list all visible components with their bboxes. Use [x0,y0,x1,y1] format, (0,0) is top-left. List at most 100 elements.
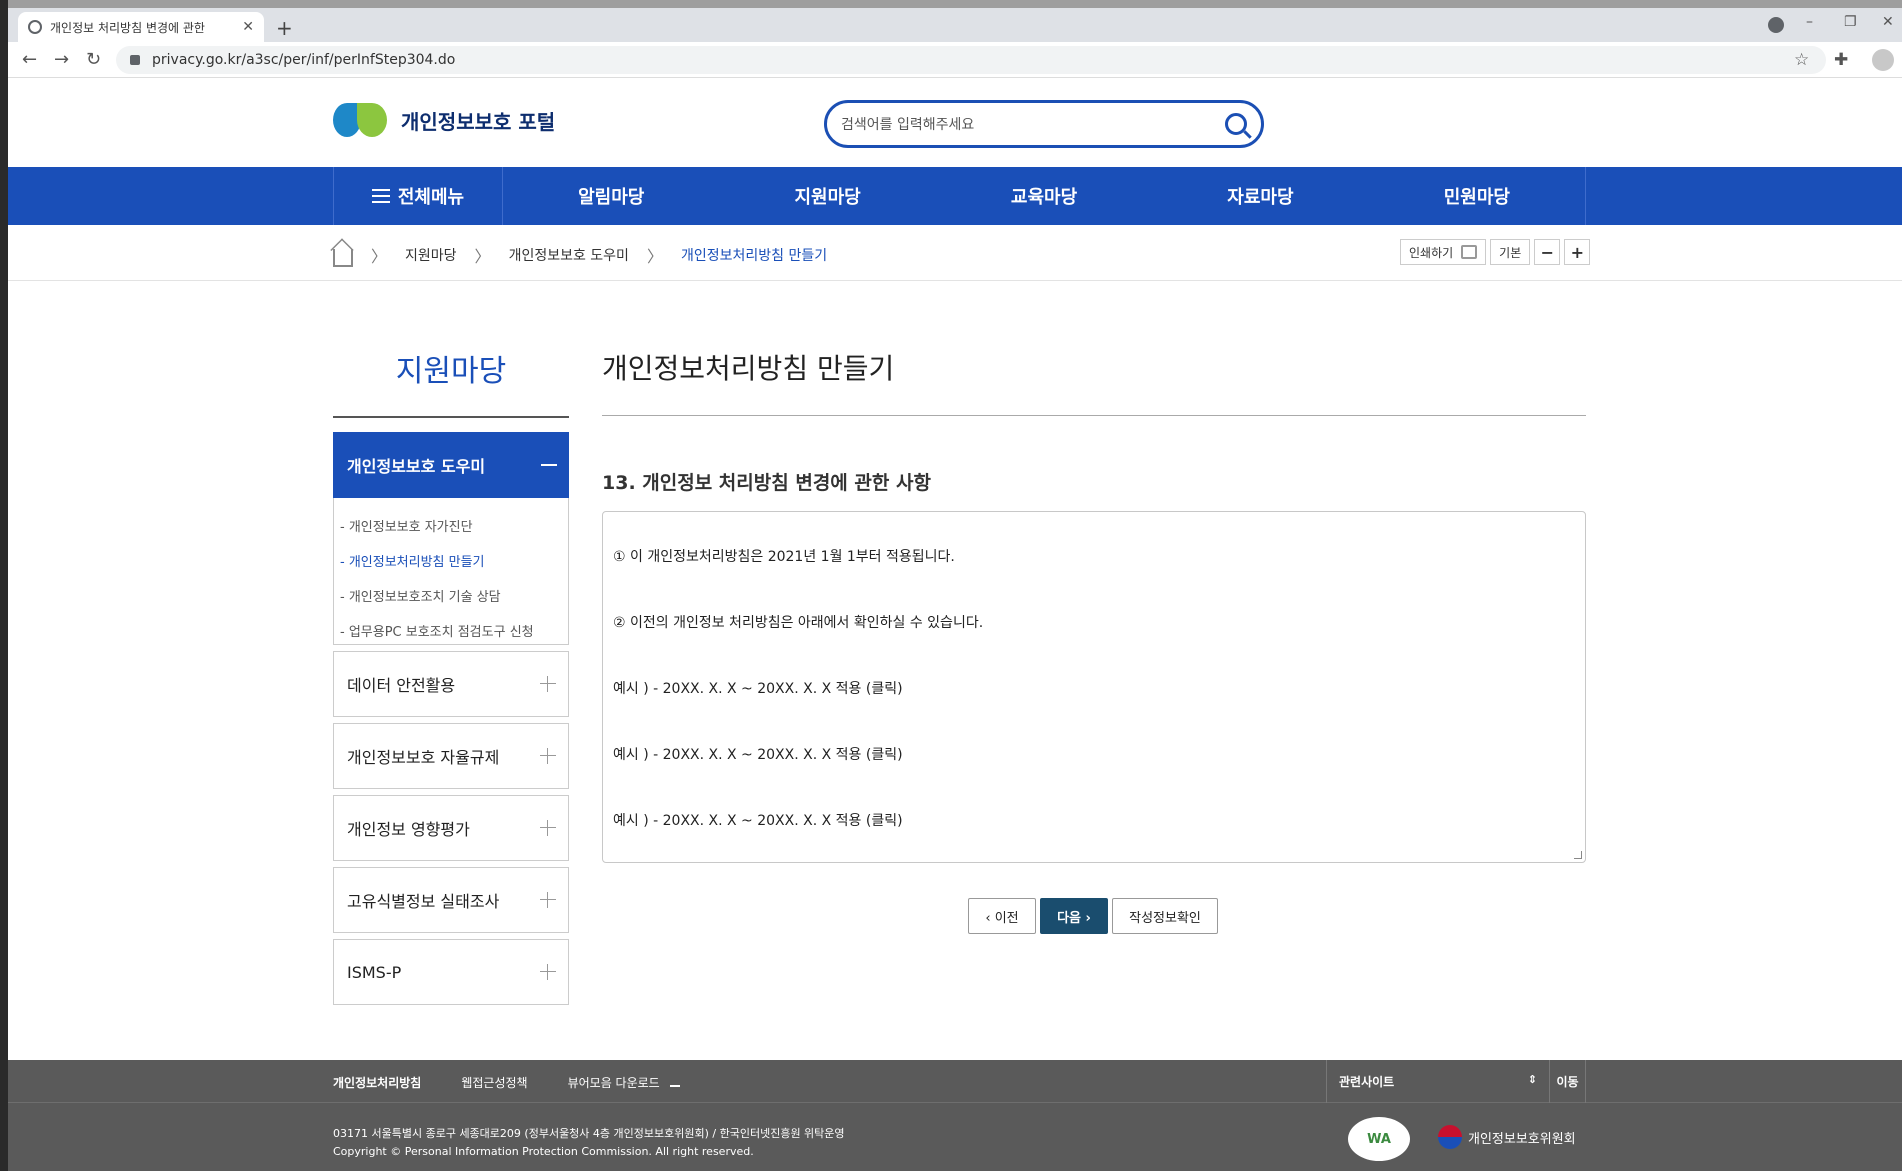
font-default-button[interactable]: 기본 [1490,239,1531,265]
policy-line: 예시 ) - 20XX. X. X ~ 20XX. X. X 적용 (클릭) [613,681,903,697]
check-info-button[interactable]: 작성정보확인 [1112,898,1218,934]
related-sites-label: 관련사이트 [1339,1075,1395,1089]
nav-divider [1585,167,1587,225]
browser-tabbar: 개인정보 처리방침 변경에 관한 ✕ + – ❐ ✕ [8,8,1902,42]
sidebar-item-impact-assessment[interactable]: 개인정보 영향평가 [333,795,569,861]
policy-line: ② 이전의 개인정보 처리방침은 아래에서 확인하실 수 있습니다. [613,615,984,631]
expand-icon[interactable] [540,748,556,764]
collapse-icon[interactable] [541,464,557,466]
logo-text: 개인정보보호 포털 [401,109,556,134]
hamburger-icon [371,189,390,203]
breadcrumb: 〉 지원마당 〉 개인정보보호 도우미 〉 개인정보처리방침 만들기 [333,243,827,267]
footer-info: 03171 서울특별시 종로구 세종대로209 (정부서울청사 4층 개인정보보… [8,1103,1902,1171]
font-increase-button[interactable]: + [1564,239,1591,265]
tab-title: 개인정보 처리방침 변경에 관한 [50,20,205,35]
footer-links-bar: 개인정보처리방침 웹접근성정책 뷰어모음 다운로드 관련사이트 ⇕ 이동 [8,1060,1902,1103]
expand-icon[interactable] [540,820,556,836]
search-box[interactable]: 검색어를 입력해주세요 [824,100,1264,148]
sidebar-item-label: ISMS-P [347,962,402,982]
address-text: 03171 서울특별시 종로구 세종대로209 (정부서울청사 4층 개인정보보… [333,1127,845,1140]
main-nav: 전체메뉴 알림마당 지원마당 교육마당 자료마당 민원마당 [8,167,1902,225]
browser-tab[interactable]: 개인정보 처리방침 변경에 관한 ✕ [18,12,264,42]
sidebar-divider [333,416,569,418]
font-decrease-button[interactable]: − [1534,239,1561,265]
sidebar-item-data-use[interactable]: 데이터 안전활용 [333,651,569,717]
footer-link-viewer-download[interactable]: 뷰어모음 다운로드 [568,1074,680,1091]
nav-item-civil[interactable]: 민원마당 [1369,167,1585,225]
all-menu-label: 전체메뉴 [397,187,465,208]
step-buttons: ‹ 이전 다음 › 작성정보확인 [968,898,1218,934]
breadcrumb-item[interactable]: 지원마당 [405,245,457,265]
select-arrows-icon: ⇕ [1527,1073,1537,1086]
window-top-edge [0,0,1902,8]
star-icon[interactable]: ☆ [1794,50,1809,70]
window-close-icon[interactable]: ✕ [1882,14,1894,30]
viewer-download-label: 뷰어모음 다운로드 [567,1076,660,1090]
lock-icon [130,55,140,65]
window-left-edge [0,0,8,1171]
policy-line: 예시 ) - 20XX. X. X ~ 20XX. X. X 적용 (클릭) [613,813,903,829]
go-button[interactable]: 이동 [1550,1060,1586,1103]
expand-icon[interactable] [540,676,556,692]
page-tools: 인쇄하기 기본 − + [1400,239,1591,265]
print-label: 인쇄하기 [1409,245,1454,260]
submenu-item-policy-maker[interactable]: - 개인정보처리방침 만들기 [334,543,568,578]
nav-item-resources[interactable]: 자료마당 [1152,167,1368,225]
next-button[interactable]: 다음 › [1040,898,1108,934]
restore-icon[interactable]: ❐ [1844,14,1857,30]
submenu-item-pc-check[interactable]: - 업무용PC 보호조치 점검도구 신청 [334,613,568,648]
org-name: 개인정보보호위원회 [1468,1131,1576,1147]
submenu-item-tech-consult[interactable]: - 개인정보보호조치 기술 상담 [334,578,568,613]
all-menu-button[interactable]: 전체메뉴 [333,167,503,225]
url-text: privacy.go.kr/a3sc/per/inf/perInfStep304… [152,52,456,68]
sidebar-item-label: 고유식별정보 실태조사 [347,892,500,911]
breadcrumb-current: 개인정보처리방침 만들기 [680,248,828,264]
reload-icon[interactable]: ↻ [86,49,101,70]
policy-line: 예시 ) - 20XX. X. X ~ 20XX. X. X 적용 (클릭) [613,747,903,763]
address-bar: ← → ↻ privacy.go.kr/a3sc/per/inf/perInfS… [8,42,1902,78]
sidebar-item-self-regulation[interactable]: 개인정보보호 자율규제 [333,723,569,789]
resize-handle[interactable] [1574,851,1582,859]
footer-link-privacy-policy[interactable]: 개인정보처리방침 [333,1074,421,1091]
policy-textarea[interactable]: ① 이 개인정보처리방침은 2021년 1월 1부터 적용됩니다. ② 이전의 … [602,511,1586,863]
submenu-item-self-check[interactable]: - 개인정보보호 자가진단 [334,508,568,543]
related-sites-select[interactable]: 관련사이트 ⇕ [1326,1060,1550,1103]
search-icon[interactable] [1225,113,1247,135]
footer-address: 03171 서울특별시 종로구 세종대로209 (정부서울청사 4층 개인정보보… [333,1125,845,1161]
nav-item-education[interactable]: 교육마당 [936,167,1152,225]
search-input[interactable]: 검색어를 입력해주세요 [841,114,1225,134]
forward-icon[interactable]: → [54,49,69,70]
sidebar-title: 지원마당 [395,354,507,389]
breadcrumb-bar: 〉 지원마당 〉 개인정보보호 도우미 〉 개인정보처리방침 만들기 인쇄하기 … [8,225,1902,281]
tab-search-icon[interactable] [1768,17,1784,33]
breadcrumb-item[interactable]: 개인정보보호 도우미 [509,245,629,265]
sidebar-item-label: 개인정보 영향평가 [347,820,470,839]
tab-close-icon[interactable]: ✕ [242,19,254,35]
nav-item-notice[interactable]: 알림마당 [503,167,719,225]
taeguk-icon [1438,1125,1462,1149]
profile-avatar[interactable] [1872,49,1894,71]
sidebar-item-unique-id-survey[interactable]: 고유식별정보 실태조사 [333,867,569,933]
expand-icon[interactable] [540,964,556,980]
sidebar-item-isms-p[interactable]: ISMS-P [333,939,569,1005]
chevron-right-icon: 〉 [474,247,491,266]
pipc-logo: 개인정보보호위원회 [1438,1125,1576,1149]
prev-button[interactable]: ‹ 이전 [968,898,1036,934]
sidebar-item-privacy-helper[interactable]: 개인정보보호 도우미 [333,432,569,498]
home-icon[interactable] [333,249,353,267]
site-logo[interactable]: 개인정보보호 포털 [333,103,555,137]
url-field[interactable]: privacy.go.kr/a3sc/per/inf/perInfStep304… [116,46,1826,74]
back-icon[interactable]: ← [22,49,37,70]
sidebar-item-label: 개인정보보호 도우미 [347,457,486,476]
footer-link-accessibility[interactable]: 웹접근성정책 [461,1074,527,1091]
extensions-icon[interactable]: ✚ [1834,50,1848,70]
expand-icon[interactable] [540,892,556,908]
logo-leaf-icon [357,103,387,137]
minimize-icon[interactable]: – [1806,14,1813,30]
print-button[interactable]: 인쇄하기 [1400,239,1487,265]
sidebar-submenu: - 개인정보보호 자가진단 - 개인정보처리방침 만들기 - 개인정보보호조치 … [333,498,569,645]
nav-item-support[interactable]: 지원마당 [719,167,935,225]
sidebar-item-label: 데이터 안전활용 [347,676,456,695]
title-divider [602,415,1586,416]
new-tab-icon[interactable]: + [276,16,293,40]
